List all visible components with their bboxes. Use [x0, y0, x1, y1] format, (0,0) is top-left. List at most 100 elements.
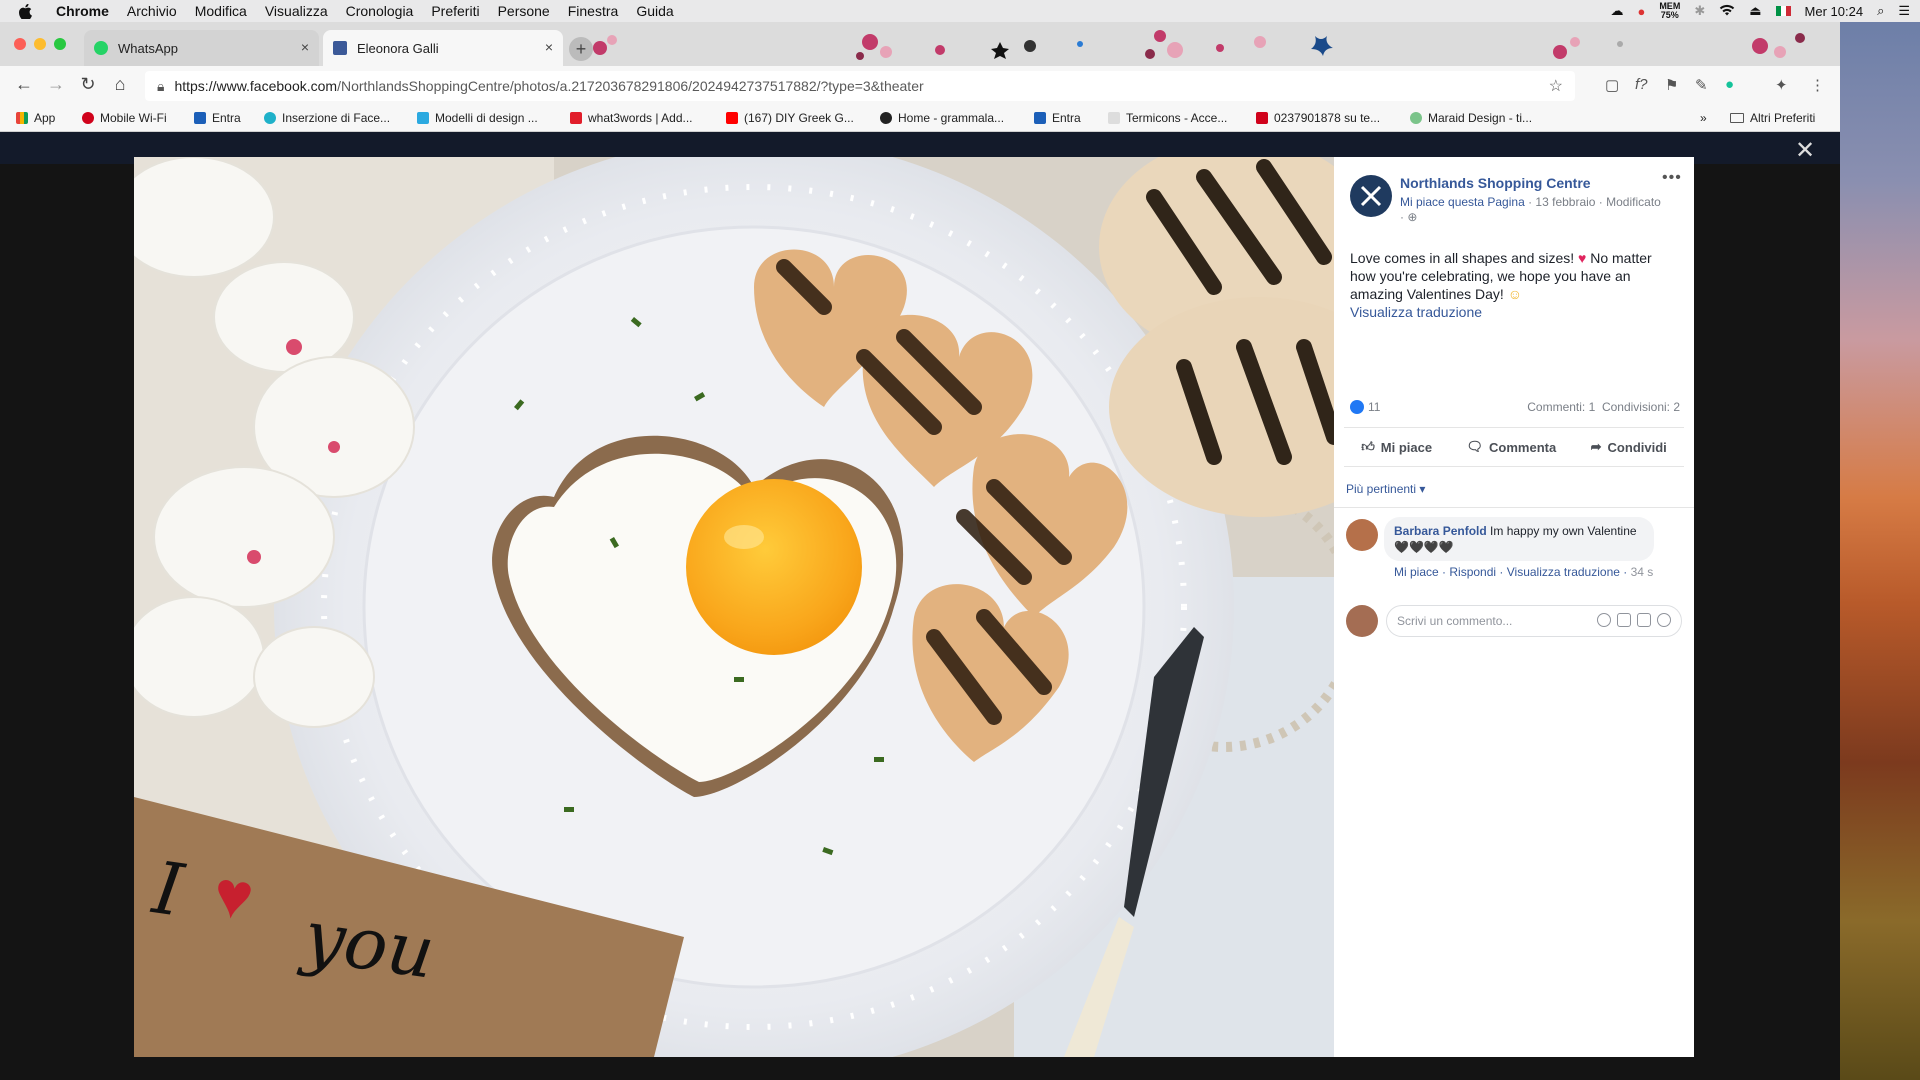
close-theater-icon[interactable]: ✕	[1795, 136, 1815, 165]
bookmark-star-icon[interactable]: ☆	[1549, 76, 1563, 96]
bookmark-app[interactable]: App	[16, 111, 55, 125]
memory-indicator[interactable]: MEM 75%	[1659, 2, 1680, 20]
bookmark-entra[interactable]: Entra	[194, 111, 241, 125]
gif-icon[interactable]	[1637, 613, 1651, 627]
bookmark-favicon	[417, 112, 429, 124]
phone-icon	[1256, 112, 1268, 124]
menu-archivio[interactable]: Archivio	[127, 3, 177, 19]
url-domain: https://www.facebook.com	[174, 78, 338, 94]
more-options-icon[interactable]: •••	[1662, 169, 1682, 187]
comment-filter-dropdown[interactable]: Più pertinenti ▾	[1346, 482, 1425, 496]
comment-like-link[interactable]: Mi piace	[1394, 565, 1439, 579]
bookmark-grammala[interactable]: Home - grammala...	[880, 111, 1004, 125]
apps-grid-icon	[16, 112, 28, 124]
grammarly-icon[interactable]: ●	[1725, 76, 1734, 93]
comment-button[interactable]: 🗨︎ Comment­a	[1467, 439, 1557, 455]
page-avatar[interactable]	[1350, 175, 1392, 217]
like-page-link[interactable]: Mi piace questa Pagina	[1400, 195, 1525, 209]
extension-pin-icon[interactable]: ✎	[1695, 76, 1708, 94]
extension-flag-icon[interactable]: ⚑	[1665, 76, 1678, 94]
notification-center-icon[interactable]: ☰	[1898, 3, 1910, 19]
reload-icon[interactable]: ↻	[76, 74, 100, 95]
bookmark-favicon	[570, 112, 582, 124]
bookmark-label: 0237901878 su te...	[1274, 111, 1381, 125]
other-bookmarks-folder[interactable]: Altri Preferiti	[1730, 111, 1815, 125]
like-button[interactable]: 👍︎ Mi piace	[1361, 439, 1432, 455]
bookmark-youtube-diy[interactable]: (167) DIY Greek G...	[726, 111, 854, 125]
extension-square-icon[interactable]: ▢	[1605, 76, 1619, 94]
bookmark-inserzione[interactable]: Inserzione di Face...	[264, 111, 390, 125]
edited-label[interactable]: Modificato	[1606, 195, 1661, 209]
camera-icon[interactable]	[1617, 613, 1631, 627]
share-button[interactable]: ➦ Condividi	[1591, 439, 1667, 455]
forward-icon[interactable]: →	[44, 74, 68, 95]
like-reaction-icon	[1350, 400, 1364, 414]
bookmark-entra-2[interactable]: Entra	[1034, 111, 1081, 125]
tab-whatsapp[interactable]: WhatsApp ×	[84, 30, 319, 66]
comment-timestamp[interactable]: 34 s	[1631, 565, 1654, 579]
page-name-link[interactable]: Northlands Shopping Centre	[1400, 175, 1591, 191]
new-tab-button[interactable]: +	[569, 37, 593, 61]
menu-cronologia[interactable]: Cronologia	[346, 3, 414, 19]
close-tab-icon[interactable]: ×	[545, 39, 553, 55]
menu-persone[interactable]: Persone	[498, 3, 550, 19]
thumbs-up-icon: 👍︎	[1361, 439, 1375, 454]
comment-input[interactable]: Scrivi un commento...	[1386, 605, 1682, 637]
eject-icon[interactable]: ⏏	[1749, 3, 1761, 19]
minimize-window-button[interactable]	[34, 38, 46, 50]
bluetooth-icon[interactable]: ✱	[1694, 3, 1705, 19]
commenter-avatar[interactable]	[1346, 519, 1378, 551]
cloud-icon[interactable]: ☁	[1610, 3, 1623, 19]
apple-icon[interactable]	[14, 0, 36, 22]
record-icon[interactable]: ●	[1637, 4, 1645, 19]
bookmark-favicon	[880, 112, 892, 124]
bookmark-what3words[interactable]: what3words | Add...	[570, 111, 693, 125]
current-user-avatar	[1346, 605, 1378, 637]
italian-flag-icon[interactable]	[1775, 4, 1791, 19]
bookmark-termicons[interactable]: Termicons - Acce...	[1108, 111, 1227, 125]
post-photo[interactable]: I ♥ you	[134, 157, 1334, 1057]
folder-icon	[1730, 113, 1744, 123]
tab-eleonora-galli[interactable]: Eleonora Galli ×	[323, 30, 563, 66]
bookmark-maraid-design[interactable]: Maraid Design - ti...	[1410, 111, 1532, 125]
menu-finestra[interactable]: Finestra	[568, 3, 619, 19]
sticker-icon[interactable]	[1657, 613, 1671, 627]
address-bar[interactable]: 🔒︎ https://www.facebook.com/NorthlandsSh…	[145, 71, 1575, 101]
emoji-icon[interactable]	[1597, 613, 1611, 627]
menu-preferiti[interactable]: Preferiti	[431, 3, 479, 19]
wifi-icon[interactable]	[1719, 4, 1735, 19]
bookmarks-overflow-button[interactable]: »	[1700, 111, 1707, 125]
comment-reply-link[interactable]: Rispondi	[1449, 565, 1496, 579]
bookmark-phone-number[interactable]: 0237901878 su te...	[1256, 111, 1380, 125]
comment-translate-link[interactable]: Visualizza traduzione	[1507, 565, 1620, 579]
clock[interactable]: Mer 10:24	[1805, 4, 1864, 19]
close-window-button[interactable]	[14, 38, 26, 50]
reactions-count[interactable]: 11	[1350, 400, 1380, 414]
comment-placeholder: Scrivi un commento...	[1397, 614, 1513, 628]
close-tab-icon[interactable]: ×	[301, 39, 309, 55]
zoom-window-button[interactable]	[54, 38, 66, 50]
composer-icons	[1597, 613, 1671, 627]
home-icon[interactable]: ⌂	[108, 74, 132, 95]
post-date[interactable]: 13 febbraio	[1535, 195, 1595, 209]
comment-author-link[interactable]: Barbara Penfold	[1394, 524, 1487, 538]
menu-modifica[interactable]: Modifica	[195, 3, 247, 19]
bookmark-mobile-wifi[interactable]: Mobile Wi-Fi	[82, 111, 167, 125]
floral-theme-decoration	[593, 30, 1805, 60]
bookmark-modelli-design[interactable]: Modelli di design ...	[417, 111, 538, 125]
spotlight-icon[interactable]: ⌕	[1877, 3, 1884, 19]
menu-chrome[interactable]: Chrome	[56, 3, 109, 19]
see-translation-link[interactable]: Visualizza traduzione	[1350, 303, 1680, 321]
globe-icon[interactable]: ⊕	[1407, 210, 1417, 224]
back-icon[interactable]: ←	[12, 74, 36, 95]
kiss-emoji-icon: ☺	[1507, 286, 1523, 302]
comments-shares-counts[interactable]: Commenti: 1 Condivisioni: 2	[1527, 400, 1680, 414]
chrome-menu-icon[interactable]: ⋮	[1810, 76, 1825, 94]
menu-visualizza[interactable]: Visualizza	[265, 3, 328, 19]
extension-fx-icon[interactable]: f?	[1635, 76, 1648, 93]
bookmark-label: Entra	[212, 111, 241, 125]
post-meta: Mi piace questa Pagina · 13 febbraio · M…	[1400, 195, 1661, 224]
extension-puzzle-icon[interactable]: ✦	[1775, 76, 1788, 94]
menu-guida[interactable]: Guida	[636, 3, 673, 19]
desktop-wallpaper	[1840, 22, 1920, 1080]
